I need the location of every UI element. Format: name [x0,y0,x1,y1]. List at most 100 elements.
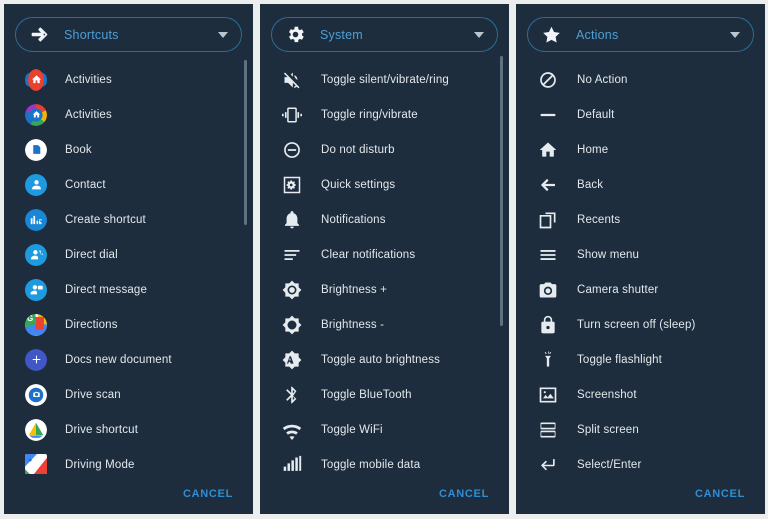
camera-icon [537,279,559,301]
list-item[interactable]: Camera shutter [516,272,765,307]
list-item[interactable]: Drive shortcut [4,412,253,447]
chevron-down-icon[interactable] [218,31,228,38]
enter-arrow-icon [537,454,559,474]
list-item-label: Direct dial [65,248,118,261]
list-item[interactable]: Turn screen off (sleep) [516,307,765,342]
list-item-label: Toggle auto brightness [321,353,441,366]
footer: CANCEL [260,474,509,514]
list-item[interactable]: Clear notifications [260,237,509,272]
list-item-label: Activities [65,73,112,86]
list-item[interactable]: Screenshot [516,377,765,412]
list-item-label: Driving Mode [65,458,135,471]
list-item[interactable]: Create shortcut [4,202,253,237]
list-item-label: Quick settings [321,178,396,191]
list-item[interactable]: Do not disturb [260,132,509,167]
dropdown-label: System [320,27,363,42]
list-item[interactable]: Direct message [4,272,253,307]
list-item-label: Toggle BlueTooth [321,388,412,401]
list-item[interactable]: Toggle ring/vibrate [260,97,509,132]
list-item[interactable]: Show menu [516,237,765,272]
list-item[interactable]: Brightness - [260,307,509,342]
recents-icon [537,209,559,231]
scrollbar-thumb[interactable] [244,60,247,226]
star-icon [541,24,562,45]
footer: CANCEL [516,474,765,514]
dropdown-shortcuts[interactable]: Shortcuts [15,17,242,53]
list-item[interactable]: Toggle WiFi [260,412,509,447]
list-item[interactable]: Toggle mobile data [260,447,509,474]
dropdown-actions[interactable]: Actions [527,17,754,53]
list-item-label: Docs new document [65,353,172,366]
contact-app-icon [25,173,47,196]
list-item[interactable]: Select/Enter [516,447,765,474]
list-item[interactable]: Quick settings [260,167,509,202]
list-item[interactable]: Notifications [260,202,509,237]
screen: Shortcuts Activities Activities Book Contact… [0,0,768,519]
list-item[interactable]: Toggle flashlight [516,342,765,377]
cancel-button[interactable]: CANCEL [437,484,491,504]
signal-bars-icon [281,454,303,474]
list-item-label: No Action [577,73,628,86]
docs-new-document-app-icon [25,348,47,371]
list-item[interactable]: ● Driving Mode [4,447,253,474]
list-actions: No Action Default Home Back Recents Show menu… [516,52,765,474]
list-item[interactable]: Toggle BlueTooth [260,377,509,412]
list-item[interactable]: Toggle silent/vibrate/ring [260,62,509,97]
list-item-label: Toggle ring/vibrate [321,108,418,121]
list-item[interactable]: Activities [4,97,253,132]
screenshot-image-icon [537,384,559,406]
list-item[interactable]: G Directions [4,307,253,342]
list-item[interactable]: Toggle auto brightness [260,342,509,377]
gear-icon [285,24,306,45]
chevron-down-icon[interactable] [474,31,484,38]
list-item[interactable]: Book [4,132,253,167]
list-item[interactable]: Back [516,167,765,202]
brightness-up-icon [281,279,303,301]
list-item-label: Drive shortcut [65,423,139,436]
list-item-label: Toggle WiFi [321,423,383,436]
list-item-label: Brightness - [321,318,385,331]
list-shortcuts: Activities Activities Book Contact Create sh… [4,52,253,474]
direct-message-app-icon [25,278,47,301]
create-shortcut-app-icon [25,208,47,231]
panel-system: System Toggle silent/vibrate/ring Toggle r… [260,4,509,514]
scrollbar-thumb[interactable] [500,56,503,327]
default-dash-icon [537,104,559,126]
flashlight-icon [537,349,559,371]
list-item-label: Do not disturb [321,143,395,156]
brightness-down-icon [281,314,303,336]
split-screen-icon [537,419,559,441]
list-item[interactable]: Direct dial [4,237,253,272]
quick-settings-icon [281,174,303,196]
panel-shortcuts: Shortcuts Activities Activities Book Contact… [4,4,253,514]
book-app-icon [25,138,47,161]
list-item-label: Brightness + [321,283,388,296]
direct-dial-app-icon [25,243,47,266]
chevron-down-icon[interactable] [730,31,740,38]
cancel-button[interactable]: CANCEL [181,484,235,504]
list-item-label: Book [65,143,92,156]
list-item[interactable]: Split screen [516,412,765,447]
list-item[interactable]: Docs new document [4,342,253,377]
list-item-label: Direct message [65,283,147,296]
cancel-button[interactable]: CANCEL [693,484,747,504]
arrow-right-icon [29,24,50,45]
driving-mode-app-icon: ● [25,453,47,474]
list-item[interactable]: Recents [516,202,765,237]
list-item[interactable]: No Action [516,62,765,97]
list-item-label: Turn screen off (sleep) [577,318,696,331]
panel-actions: Actions No Action Default Home Back Recents Sh… [516,4,765,514]
list-item[interactable]: Brightness + [260,272,509,307]
drive-shortcut-app-icon [25,418,47,441]
list-item-label: Drive scan [65,388,121,401]
list-item[interactable]: Home [516,132,765,167]
list-item[interactable]: Default [516,97,765,132]
auto-brightness-icon [281,349,303,371]
list-item[interactable]: Contact [4,167,253,202]
list-item-label: Show menu [577,248,640,261]
list-item[interactable]: Activities [4,62,253,97]
list-item-label: Clear notifications [321,248,416,261]
list-item-label: Recents [577,213,621,226]
dropdown-system[interactable]: System [271,17,498,53]
list-item[interactable]: Drive scan [4,377,253,412]
